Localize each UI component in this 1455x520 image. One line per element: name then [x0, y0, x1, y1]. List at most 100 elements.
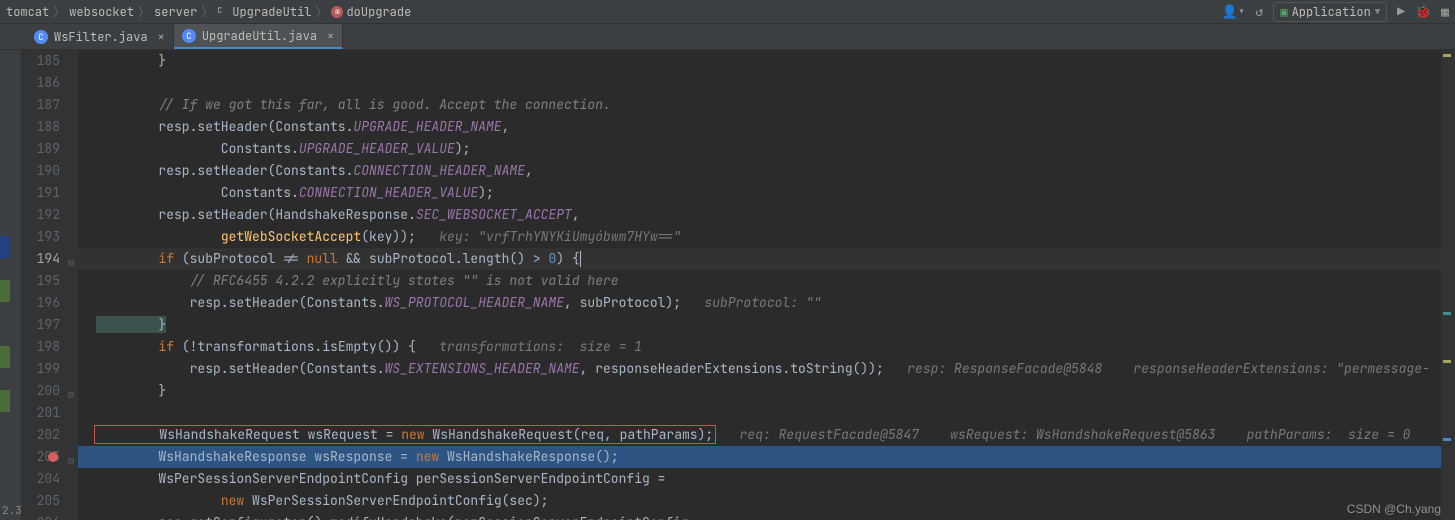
constant-text: CONNECTION_HEADER_VALUE — [299, 184, 478, 201]
fold-icon[interactable]: ⊟ — [62, 450, 74, 462]
line-number[interactable]: 202 — [22, 424, 60, 446]
code-text: , responseHeaderExtensions.toString()); — [580, 360, 908, 377]
line-number[interactable]: 200⊟ — [22, 380, 60, 402]
code-lines[interactable]: } // If we got this far, all is good. Ac… — [78, 50, 1441, 520]
tab-wsfilter[interactable]: C WsFilter.java × — [26, 24, 174, 49]
warning-mark[interactable] — [1443, 54, 1451, 57]
editor-tabs: C WsFilter.java × C UpgradeUtil.java × — [0, 24, 1455, 50]
line-number[interactable]: 201 — [22, 402, 60, 424]
line-number[interactable]: 186 — [22, 72, 60, 94]
line-number[interactable]: 189 — [22, 138, 60, 160]
code-text: && subProtocol.length() > — [338, 250, 549, 267]
code-editor[interactable]: 185186187188189190191192193194⊟195196197… — [22, 50, 1441, 520]
line-number[interactable]: 204 — [22, 468, 60, 490]
inline-hint: resp: ResponseFacade@5848 responseHeader… — [907, 360, 1430, 377]
breadcrumb-item[interactable]: C UpgradeUtil — [217, 4, 311, 20]
inline-hint: key: "vrfTrhYNYKiUmyóbwm7HYw==" — [439, 228, 681, 245]
breakpoint-icon[interactable] — [48, 452, 58, 462]
class-icon: C — [34, 30, 48, 44]
code-text: (!transformations.isEmpty()) { — [174, 338, 439, 355]
line-number[interactable]: 205 — [22, 490, 60, 512]
code-text: WsHandshakeRequest(req, pathParams); — [425, 426, 714, 443]
run-configuration-dropdown[interactable]: ▣ Application ▼ — [1273, 2, 1387, 22]
line-number[interactable]: 194⊟ — [22, 248, 60, 270]
warning-mark[interactable] — [1443, 360, 1451, 363]
code-text: ) { — [556, 250, 579, 267]
breadcrumb-item[interactable]: m doUpgrade — [331, 4, 411, 20]
breadcrumb-item[interactable]: tomcat — [6, 4, 49, 20]
toolbar-right: 👤▾ ↺ ▣ Application ▼ ▶ 🐞 ▦ — [1222, 2, 1450, 22]
code-text: Constants. — [96, 184, 299, 201]
strip-mark — [0, 236, 10, 258]
line-number[interactable]: 190 — [22, 160, 60, 182]
breadcrumb: tomcat 〉 websocket 〉 server 〉 C UpgradeU… — [6, 3, 411, 20]
code-text — [96, 492, 221, 509]
fold-icon[interactable]: ⊟ — [62, 384, 74, 396]
line-number[interactable]: 192 — [22, 204, 60, 226]
line-number[interactable]: 185 — [22, 50, 60, 72]
code-text — [96, 338, 158, 355]
mark[interactable] — [1443, 438, 1451, 441]
mark[interactable] — [1443, 312, 1451, 315]
line-number[interactable]: 196 — [22, 292, 60, 314]
coverage-icon[interactable]: ▦ — [1441, 3, 1449, 20]
constant-text: WS_EXTENSIONS_HEADER_NAME — [385, 360, 580, 377]
chevron-down-icon: ▼ — [1375, 6, 1380, 18]
code-text: , — [572, 206, 580, 223]
code-text: WsPerSessionServerEndpointConfig(sec); — [244, 492, 548, 509]
debug-icon[interactable]: 🐞 — [1415, 3, 1431, 20]
sync-icon[interactable]: ↺ — [1256, 3, 1264, 20]
line-number[interactable]: 199 — [22, 358, 60, 380]
fold-icon[interactable]: ⊟ — [62, 252, 74, 264]
run-icon[interactable]: ▶ — [1397, 3, 1405, 20]
chevron-right-icon: 〉 — [201, 3, 213, 20]
line-number[interactable]: 195 — [22, 270, 60, 292]
line-number[interactable]: 206 — [22, 512, 60, 520]
tab-upgradeutil[interactable]: C UpgradeUtil.java × — [174, 24, 343, 49]
code-text: Constants. — [96, 140, 299, 157]
strip-mark — [0, 346, 10, 368]
method-text: getWebSocketAccept — [221, 228, 361, 245]
status-version: 2.3 — [2, 504, 22, 518]
keyword-text: new — [416, 448, 439, 465]
breadcrumb-item[interactable]: websocket — [69, 4, 134, 20]
code-text: resp.setHeader(HandshakeResponse. — [96, 206, 416, 223]
line-number[interactable]: 198 — [22, 336, 60, 358]
constant-text: UPGRADE_HEADER_NAME — [353, 118, 501, 135]
run-config-label: Application — [1292, 4, 1371, 20]
constant-text: WS_PROTOCOL_HEADER_NAME — [385, 294, 564, 311]
line-number[interactable]: 191 — [22, 182, 60, 204]
line-number[interactable]: 188 — [22, 116, 60, 138]
line-number[interactable]: 187 — [22, 94, 60, 116]
strip-mark — [0, 390, 10, 412]
code-text: WsHandshakeRequest wsRequest = — [97, 426, 401, 443]
user-add-icon[interactable]: 👤▾ — [1222, 3, 1246, 20]
line-number[interactable]: 203⊟ — [22, 446, 60, 468]
inline-hint: transformations: size = 1 — [439, 338, 642, 355]
code-text — [96, 228, 221, 245]
class-icon: C — [182, 29, 196, 43]
keyword-text: null — [307, 250, 338, 267]
code-text: } — [96, 382, 166, 399]
code-text: (key)); — [361, 228, 439, 245]
close-icon[interactable]: × — [327, 28, 334, 44]
constant-text: CONNECTION_HEADER_NAME — [353, 162, 525, 179]
code-text: resp.setHeader(Constants. — [96, 118, 353, 135]
close-icon[interactable]: × — [158, 29, 165, 45]
code-text: ); — [455, 140, 471, 157]
editor-wrap: 185186187188189190191192193194⊟195196197… — [0, 50, 1455, 520]
keyword-text: new — [401, 426, 424, 443]
line-number[interactable]: 197 — [22, 314, 60, 336]
strip-mark — [0, 280, 10, 302]
constant-text: UPGRADE_HEADER_VALUE — [299, 140, 455, 157]
code-text: , — [502, 118, 510, 135]
method-icon: m — [331, 6, 343, 18]
class-icon: C — [217, 6, 229, 18]
error-stripe[interactable] — [1441, 50, 1455, 520]
breadcrumb-item[interactable]: server — [154, 4, 197, 20]
watermark-text: CSDN @Ch.yang — [1347, 502, 1441, 516]
code-text: resp.setHeader(Constants. — [96, 360, 385, 377]
keyword-text: if — [158, 338, 174, 355]
text-cursor — [580, 251, 581, 267]
line-number[interactable]: 193 — [22, 226, 60, 248]
